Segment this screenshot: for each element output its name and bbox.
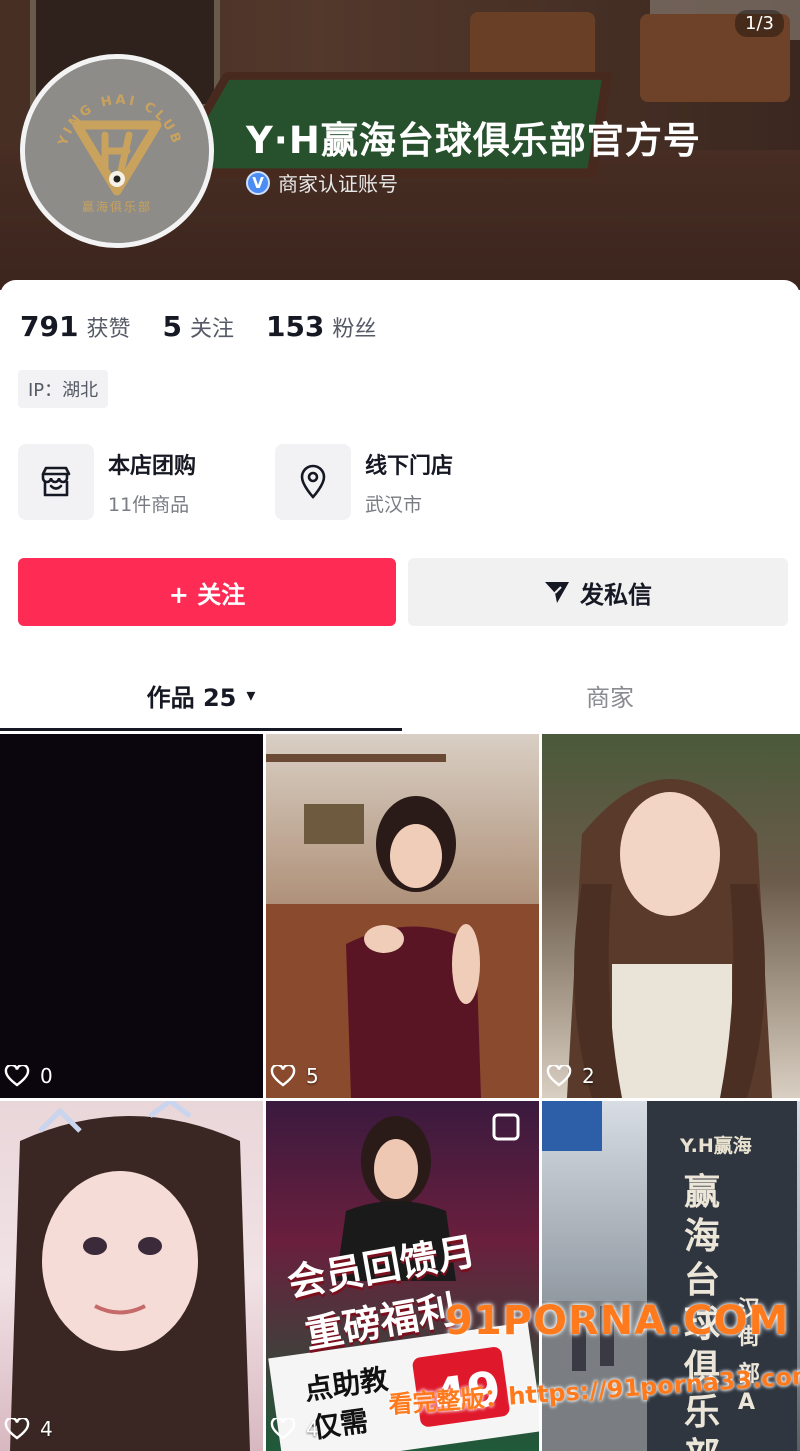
stat-likes[interactable]: 791 获赞	[20, 310, 130, 343]
like-count: 0	[4, 1064, 53, 1088]
watermark-site: 91PORNA.COM	[445, 1298, 790, 1344]
stat-followers[interactable]: 153 粉丝	[266, 310, 376, 343]
like-count: 2	[546, 1064, 595, 1088]
heart-icon	[4, 1418, 30, 1440]
profile-stats: 791 获赞 5 关注 153 粉丝	[20, 310, 408, 343]
heart-icon	[270, 1418, 296, 1440]
club-logo-icon: YING HAI CLUB 赢海俱乐部	[25, 59, 209, 243]
profile-tabs: 作品 25 ▾ 商家	[0, 658, 800, 732]
like-count: 4	[270, 1417, 319, 1441]
shop-icon	[18, 444, 94, 520]
video-thumbnail[interactable]: 0	[0, 734, 263, 1098]
thumbnail-image	[10, 1101, 250, 1451]
thumbnail-image	[567, 779, 772, 1098]
profile-card: 791 获赞 5 关注 153 粉丝 IP：湖北 本店团购 11件商品 线下门店…	[0, 280, 800, 1451]
video-thumbnail[interactable]: 2	[542, 734, 800, 1098]
heart-icon	[270, 1065, 296, 1087]
like-count: 5	[270, 1064, 319, 1088]
follow-button[interactable]: + 关注	[18, 558, 396, 626]
direct-message-button[interactable]: 发私信	[408, 558, 788, 626]
ip-location-tag: IP：湖北	[18, 370, 109, 408]
send-icon	[545, 582, 569, 603]
thumbnail-image	[266, 754, 539, 1098]
stat-following[interactable]: 5 关注	[162, 310, 234, 343]
tab-works[interactable]: 作品 25 ▾	[0, 658, 402, 732]
location-pin-icon	[275, 444, 351, 520]
video-thumbnail[interactable]: 5	[266, 734, 539, 1098]
verified-merchant-badge: V 商家认证账号	[246, 168, 398, 197]
tab-merchant[interactable]: 商家	[410, 658, 800, 732]
banner-page-indicator: 1/3	[735, 10, 784, 37]
verified-label: 商家认证账号	[278, 172, 398, 196]
group-buy-count: 11件商品	[108, 493, 190, 516]
heart-icon	[4, 1065, 30, 1087]
svg-text:赢海俱乐部: 赢海俱乐部	[82, 199, 152, 214]
tab-active-indicator	[0, 728, 402, 731]
chevron-down-icon: ▾	[246, 684, 256, 706]
group-buy-title: 本店团购	[108, 453, 197, 479]
profile-name: Y·H赢海台球俱乐部官方号	[246, 119, 701, 162]
like-count: 4	[4, 1417, 53, 1441]
offline-store-entry[interactable]: 线下门店 武汉市	[275, 444, 453, 520]
offline-store-title: 线下门店	[365, 453, 454, 479]
store-sign-top: Y.H赢海	[680, 1135, 752, 1157]
heart-icon	[546, 1065, 572, 1087]
avatar[interactable]: YING HAI CLUB 赢海俱乐部	[20, 54, 214, 248]
video-thumbnail[interactable]: 4	[0, 1101, 263, 1451]
direct-message-label: 发私信	[580, 580, 652, 609]
group-buy-entry[interactable]: 本店团购 11件商品	[18, 444, 196, 520]
verified-icon: V	[246, 170, 270, 195]
offline-store-city: 武汉市	[365, 493, 423, 516]
